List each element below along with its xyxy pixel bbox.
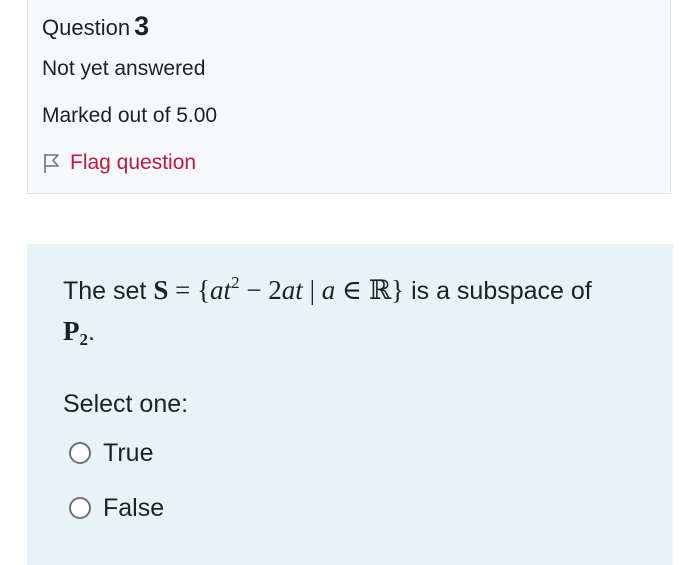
math-term-1: at bbox=[210, 275, 232, 305]
question-math-space: P2 bbox=[63, 316, 89, 349]
math-space-subscript: 2 bbox=[79, 330, 89, 349]
math-in-reals: ∈ ℝ} bbox=[335, 275, 405, 305]
radio-true[interactable] bbox=[69, 442, 91, 464]
question-text: The set S = {at2 − 2at | a ∈ ℝ} is a sub… bbox=[63, 270, 623, 352]
question-text-mid: is a subspace of bbox=[411, 277, 592, 305]
math-minus: − 2 bbox=[239, 275, 282, 305]
select-one-label: Select one: bbox=[63, 390, 189, 418]
flag-question-link[interactable]: Flag question bbox=[42, 149, 196, 177]
question-math-set: S = {at2 − 2at | a ∈ ℝ} bbox=[153, 273, 405, 305]
math-bar: | bbox=[302, 275, 322, 305]
math-space-symbol: P bbox=[63, 316, 80, 346]
question-grade: Marked out of 5.00 bbox=[42, 104, 218, 127]
math-set-symbol: S bbox=[153, 275, 169, 305]
question-state: Not yet answered bbox=[42, 57, 206, 80]
question-heading: Question 3 bbox=[42, 11, 149, 42]
flag-icon bbox=[42, 152, 62, 174]
answer-label-true: True bbox=[103, 438, 154, 467]
math-exponent: 2 bbox=[231, 273, 240, 292]
question-number: 3 bbox=[134, 11, 150, 41]
question-content: The set S = {at2 − 2at | a ∈ ℝ} is a sub… bbox=[27, 244, 673, 565]
question-word: Question bbox=[42, 15, 131, 40]
radio-false[interactable] bbox=[69, 497, 91, 519]
answer-label-false: False bbox=[103, 493, 165, 522]
question-text-end: . bbox=[88, 318, 95, 346]
question-info-panel: Question 3 Not yet answered Marked out of… bbox=[27, 0, 671, 194]
flag-question-label: Flag question bbox=[70, 151, 197, 174]
math-term-2: at bbox=[281, 275, 303, 305]
answer-option-true[interactable]: True bbox=[69, 435, 153, 471]
math-equals: = { bbox=[168, 275, 211, 305]
page: Question 3 Not yet answered Marked out of… bbox=[0, 0, 700, 565]
question-text-intro: The set bbox=[63, 277, 147, 305]
answer-option-false[interactable]: False bbox=[69, 490, 164, 526]
math-variable: a bbox=[321, 275, 336, 305]
